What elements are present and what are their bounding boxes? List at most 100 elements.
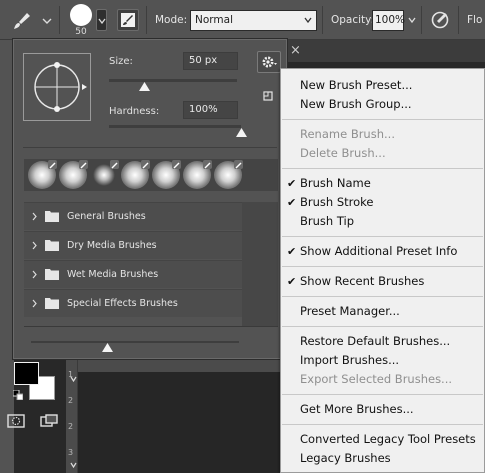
- chevron-down-icon[interactable]: [408, 16, 416, 24]
- eraser-icon: [234, 160, 243, 169]
- separator: [458, 6, 459, 34]
- recent-brush-thumbnail[interactable]: [152, 160, 181, 189]
- chevron-down-icon[interactable]: [70, 376, 77, 382]
- separator: [322, 6, 323, 34]
- folder-list-scrollbar[interactable]: [242, 202, 278, 326]
- hardness-label: Hardness:: [109, 106, 160, 117]
- horizontal-ruler: [76, 360, 286, 372]
- mode-value: Normal: [195, 14, 233, 26]
- menu-item-rename-brush: Rename Brush...: [300, 127, 395, 141]
- size-input[interactable]: 50 px: [183, 52, 238, 70]
- recent-brush-thumbnail[interactable]: [121, 160, 150, 189]
- folder-row[interactable]: Wet Media Brushes: [24, 260, 242, 288]
- brush-size-readout: 50: [75, 27, 87, 37]
- folder-label: Dry Media Brushes: [67, 240, 157, 251]
- ruler-number: 3: [68, 448, 74, 457]
- hardness-input[interactable]: 100%: [183, 101, 238, 119]
- airbrush-icon: [110, 160, 119, 169]
- brush-picker-toggle[interactable]: [96, 9, 107, 31]
- separator: [421, 6, 422, 34]
- menu-separator: [282, 326, 483, 327]
- folder-icon: [45, 269, 59, 280]
- menu-item-brush-stroke[interactable]: Brush Stroke: [300, 195, 374, 209]
- menu-item-import-brushes[interactable]: Import Brushes...: [300, 353, 399, 367]
- panel-divider: [23, 147, 277, 148]
- folder-label: General Brushes: [67, 211, 146, 222]
- pressure-opacity-icon[interactable]: [430, 10, 450, 30]
- chevron-right-icon[interactable]: [31, 299, 38, 308]
- opacity-input[interactable]: 100%: [372, 10, 406, 31]
- create-new-preset-icon[interactable]: [263, 91, 273, 101]
- brush-picker-menu-button[interactable]: [257, 51, 281, 73]
- panel-divider: [24, 326, 278, 327]
- recent-brush-thumbnail[interactable]: [59, 160, 88, 189]
- recent-brush-thumbnail[interactable]: [90, 160, 119, 189]
- close-tab-button[interactable]: ×: [290, 43, 301, 58]
- options-bar: 50 Mode: Normal Opacity: 100% Flo: [0, 0, 485, 40]
- folder-label: Wet Media Brushes: [67, 269, 159, 280]
- recent-brush-thumbnail[interactable]: [214, 160, 243, 189]
- hardness-slider-thumb[interactable]: [235, 128, 247, 137]
- folder-icon: [45, 298, 59, 309]
- chevron-down-icon[interactable]: [70, 462, 77, 468]
- brush-tip-angle-preview[interactable]: [23, 53, 91, 121]
- recent-brush-thumbnail[interactable]: [28, 160, 57, 189]
- brush-angle-roundness-widget[interactable]: [24, 54, 90, 120]
- recent-brush-thumbnail[interactable]: [183, 160, 212, 189]
- chevron-right-icon[interactable]: [31, 241, 38, 250]
- menu-item-converted-legacy-tool-presets[interactable]: Converted Legacy Tool Presets: [300, 432, 476, 446]
- menu-item-new-brush-group[interactable]: New Brush Group...: [300, 97, 412, 111]
- chevron-down-icon[interactable]: [42, 16, 52, 26]
- mode-select[interactable]: Normal: [190, 10, 317, 31]
- menu-item-restore-default-brushes[interactable]: Restore Default Brushes...: [300, 334, 450, 348]
- menu-separator: [282, 296, 483, 297]
- separator: [59, 6, 60, 34]
- opacity-label: Opacity:: [331, 14, 375, 26]
- chevron-right-icon[interactable]: [31, 270, 38, 279]
- menu-item-brush-tip[interactable]: Brush Tip: [300, 214, 354, 228]
- chevron-right-icon[interactable]: [31, 212, 38, 221]
- ruler-number: 2: [68, 396, 74, 405]
- preview-size-slider-thumb[interactable]: [102, 343, 114, 352]
- chevron-down-icon: [304, 17, 312, 23]
- brush-settings-icon: [121, 13, 135, 27]
- document-tab[interactable]: ×: [286, 40, 485, 62]
- gear-icon: [262, 56, 277, 68]
- folder-row[interactable]: Dry Media Brushes: [24, 231, 242, 259]
- brush-settings-panel-button[interactable]: [117, 9, 139, 31]
- opacity-value: 100%: [375, 14, 406, 26]
- default-colors-icon[interactable]: [13, 390, 23, 400]
- brush-picker-context-menu: New Brush Preset... New Brush Group... R…: [280, 68, 485, 473]
- foreground-color-swatch[interactable]: [14, 362, 39, 385]
- brush-stroke-icon: [79, 160, 88, 169]
- menu-item-brush-name[interactable]: Brush Name: [300, 176, 371, 190]
- brush-folder-list: General Brushes Dry Media Brushes Wet Me…: [24, 202, 242, 326]
- brush-preset-picker[interactable]: [70, 4, 92, 26]
- flow-label: Flo: [467, 14, 483, 26]
- menu-item-show-recent-brushes[interactable]: Show Recent Brushes: [300, 274, 424, 288]
- brush-tool-icon[interactable]: [12, 11, 32, 31]
- checkmark-icon: ✔: [287, 177, 297, 190]
- menu-separator: [282, 119, 483, 120]
- size-slider-track[interactable]: [109, 79, 237, 82]
- menu-item-get-more-brushes[interactable]: Get More Brushes...: [300, 402, 414, 416]
- smudge-icon: [172, 160, 181, 169]
- folder-row[interactable]: Special Effects Brushes: [24, 289, 242, 317]
- hardness-slider-track[interactable]: [109, 125, 241, 128]
- size-slider-thumb[interactable]: [139, 82, 151, 91]
- size-label: Size:: [109, 56, 133, 67]
- menu-item-preset-manager[interactable]: Preset Manager...: [300, 304, 400, 318]
- checkmark-icon: ✔: [287, 196, 297, 209]
- menu-item-delete-brush: Delete Brush...: [300, 146, 386, 160]
- menu-separator: [282, 236, 483, 237]
- menu-separator: [282, 266, 483, 267]
- quick-mask-icon[interactable]: [7, 414, 25, 428]
- preview-size-slider-track[interactable]: [31, 341, 239, 343]
- brush-preset-picker-panel: Size: 50 px Hardness: 100% General Brush…: [12, 38, 288, 360]
- screen-mode-icon[interactable]: [40, 414, 58, 428]
- chevron-down-icon: [98, 18, 106, 24]
- menu-item-new-brush-preset[interactable]: New Brush Preset...: [300, 78, 412, 92]
- folder-row[interactable]: General Brushes: [24, 202, 242, 230]
- menu-item-legacy-brushes[interactable]: Legacy Brushes: [300, 451, 391, 465]
- menu-item-show-additional-preset-info[interactable]: Show Additional Preset Info: [300, 244, 457, 258]
